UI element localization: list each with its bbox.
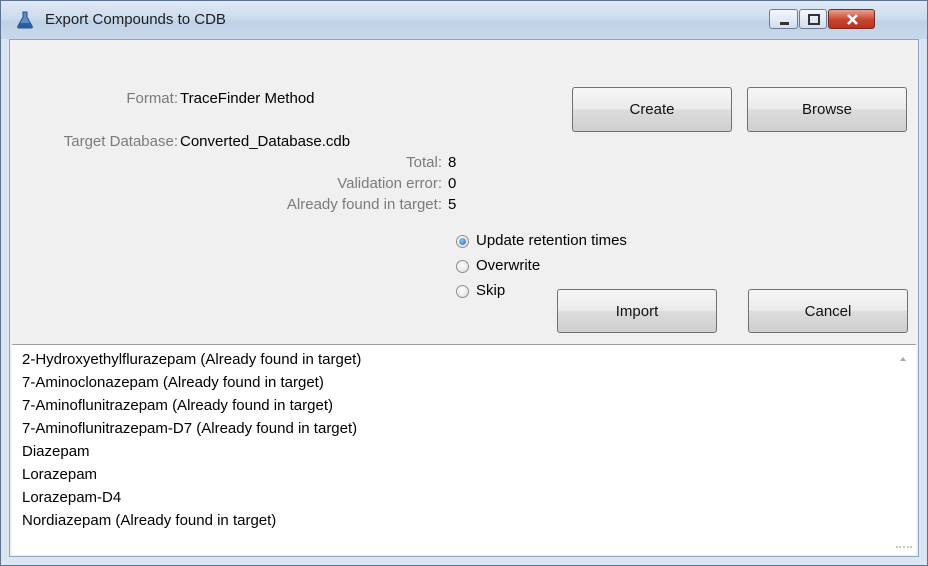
minimize-button[interactable] xyxy=(769,9,798,29)
validation-error-label: Validation error: xyxy=(337,175,442,192)
flask-icon xyxy=(15,10,35,30)
already-found-value: 5 xyxy=(448,196,457,213)
format-label: Format: xyxy=(126,90,178,107)
maximize-button[interactable] xyxy=(799,9,827,29)
list-item[interactable]: 7-Aminoflunitrazepam (Already found in t… xyxy=(22,397,333,414)
maximize-icon xyxy=(808,14,820,25)
import-button[interactable]: Import xyxy=(557,289,717,333)
radio-update-retention-times[interactable] xyxy=(456,235,469,248)
option-label: Overwrite xyxy=(476,257,541,274)
create-button[interactable]: Create xyxy=(572,87,732,132)
title-bar[interactable]: Export Compounds to CDB xyxy=(1,1,927,39)
target-database-value: Converted_Database.cdb xyxy=(180,133,351,150)
window-title: Export Compounds to CDB xyxy=(45,11,226,28)
already-found-label: Already found in target: xyxy=(286,196,442,213)
list-item[interactable]: Lorazepam xyxy=(22,466,97,483)
option-label: Skip xyxy=(476,282,506,299)
list-item[interactable]: Lorazepam-D4 xyxy=(22,489,121,506)
minimize-icon xyxy=(780,22,789,25)
total-label: Total: xyxy=(406,154,442,171)
validation-error-value: 0 xyxy=(448,175,457,192)
scroll-up-arrow-icon[interactable] xyxy=(900,357,906,361)
list-item[interactable]: 7-Aminoclonazepam (Already found in targ… xyxy=(22,374,324,391)
target-database-label: Target Database: xyxy=(63,133,178,150)
dialog-body: Format: TraceFinder Method Target Databa… xyxy=(9,39,919,557)
format-value: TraceFinder Method xyxy=(180,90,315,107)
radio-overwrite[interactable] xyxy=(456,260,469,273)
close-icon xyxy=(847,14,858,25)
list-item[interactable]: 2-Hydroxyethylflurazepam (Already found … xyxy=(22,351,361,368)
list-item[interactable]: Nordiazepam (Already found in target) xyxy=(22,512,276,529)
list-item[interactable]: 7-Aminoflunitrazepam-D7 (Already found i… xyxy=(22,420,357,437)
list-item[interactable]: Diazepam xyxy=(22,443,90,460)
resize-grip-icon[interactable] xyxy=(896,546,912,552)
option-label: Update retention times xyxy=(476,232,627,249)
radio-skip[interactable] xyxy=(456,285,469,298)
cancel-button[interactable]: Cancel xyxy=(748,289,908,333)
browse-button[interactable]: Browse xyxy=(747,87,907,132)
export-compounds-dialog: Export Compounds to CDB Format: TraceFin… xyxy=(0,0,928,566)
compound-list[interactable]: 2-Hydroxyethylflurazepam (Already found … xyxy=(12,344,916,555)
total-value: 8 xyxy=(448,154,457,171)
close-button[interactable] xyxy=(828,9,875,29)
